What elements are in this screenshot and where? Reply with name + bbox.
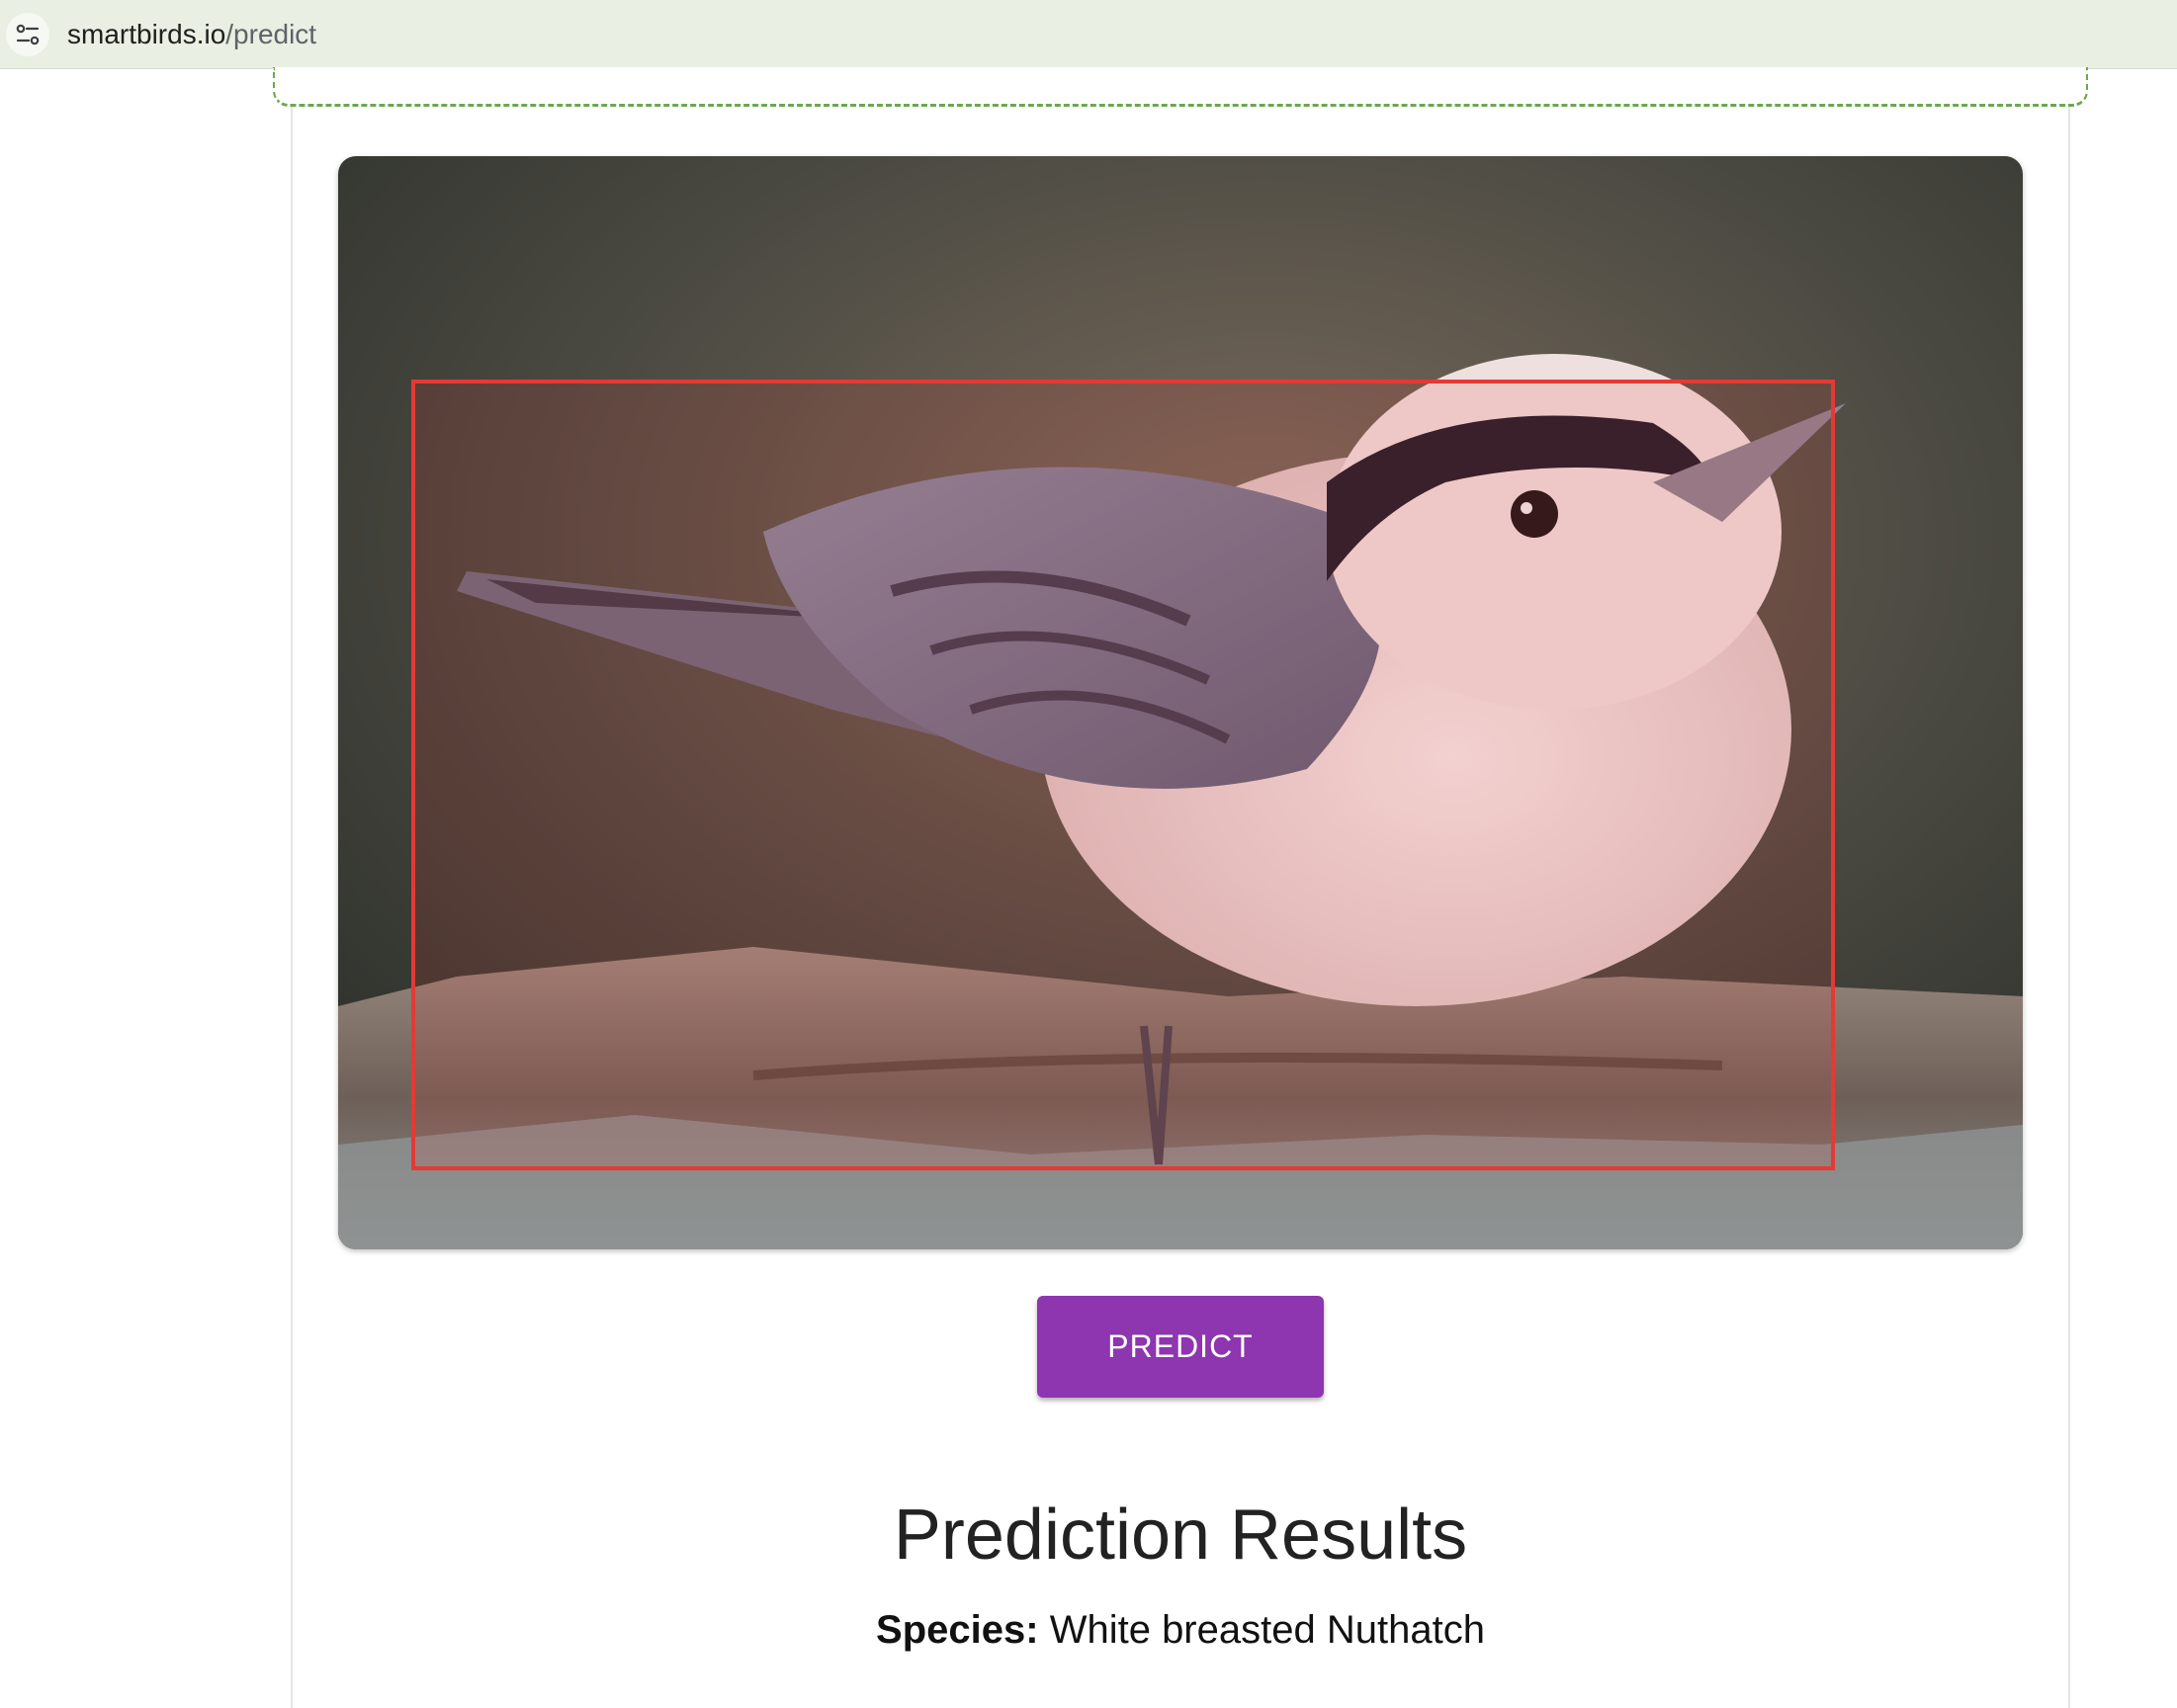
url-host: smartbirds.io <box>67 19 226 49</box>
species-value: White breasted Nuthatch <box>1049 1608 1485 1652</box>
tune-icon <box>16 24 40 45</box>
upload-dropzone-edge[interactable] <box>273 67 2088 107</box>
results-title: Prediction Results <box>893 1495 1468 1575</box>
uploaded-bird-image <box>338 156 2023 1249</box>
url-field[interactable]: smartbirds.io/predict <box>67 18 316 51</box>
predict-button[interactable]: PREDICT <box>1037 1296 1324 1398</box>
species-label: Species: <box>876 1608 1039 1652</box>
url-path: /predict <box>225 19 317 49</box>
site-info-button[interactable] <box>6 13 49 56</box>
browser-address-bar: smartbirds.io/predict <box>0 0 2177 69</box>
species-result: Species: White breasted Nuthatch <box>0 1605 2177 1655</box>
detection-bounding-box <box>411 380 1835 1170</box>
